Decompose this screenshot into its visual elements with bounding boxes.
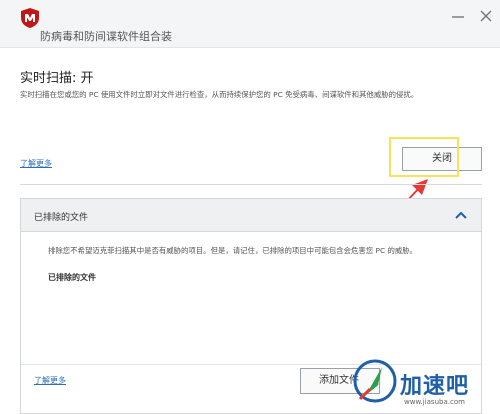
panel-footer-divider <box>21 364 481 365</box>
watermark-url: www.jiasuba.com <box>404 398 465 406</box>
learn-more-link[interactable]: 了解更多 <box>20 158 52 169</box>
close-icon[interactable] <box>478 8 494 24</box>
excluded-files-list-label: 已排除的文件 <box>48 273 96 282</box>
window-title: 防病毒和防间谍软件组合装 <box>40 30 172 43</box>
title-bar: 防病毒和防间谍软件组合装 <box>0 0 500 48</box>
chevron-up-icon[interactable] <box>454 209 468 221</box>
scan-status-title: 实时扫描: 开 <box>20 71 94 86</box>
turn-off-button[interactable]: 关闭 <box>402 147 482 171</box>
excluded-files-title: 已排除的文件 <box>34 213 89 223</box>
watermark-brand: 加速吧 <box>400 374 470 399</box>
excluded-files-header[interactable]: 已排除的文件 <box>21 199 481 232</box>
section-divider <box>20 184 482 185</box>
learn-more-link-excluded[interactable]: 了解更多 <box>34 375 66 386</box>
mcafee-shield-icon <box>21 8 39 28</box>
scan-description: 实时扫描在您或您的 PC 使用文件时立即对文件进行检查，从而持续保护您的 PC … <box>20 90 419 99</box>
watermark-logo-icon <box>353 359 397 403</box>
excluded-files-description: 排除您不希望迈克菲扫描其中是否有威胁的项目。但是，请记住，已排除的项目中可能包含… <box>48 246 418 255</box>
minimize-icon[interactable] <box>450 8 466 24</box>
